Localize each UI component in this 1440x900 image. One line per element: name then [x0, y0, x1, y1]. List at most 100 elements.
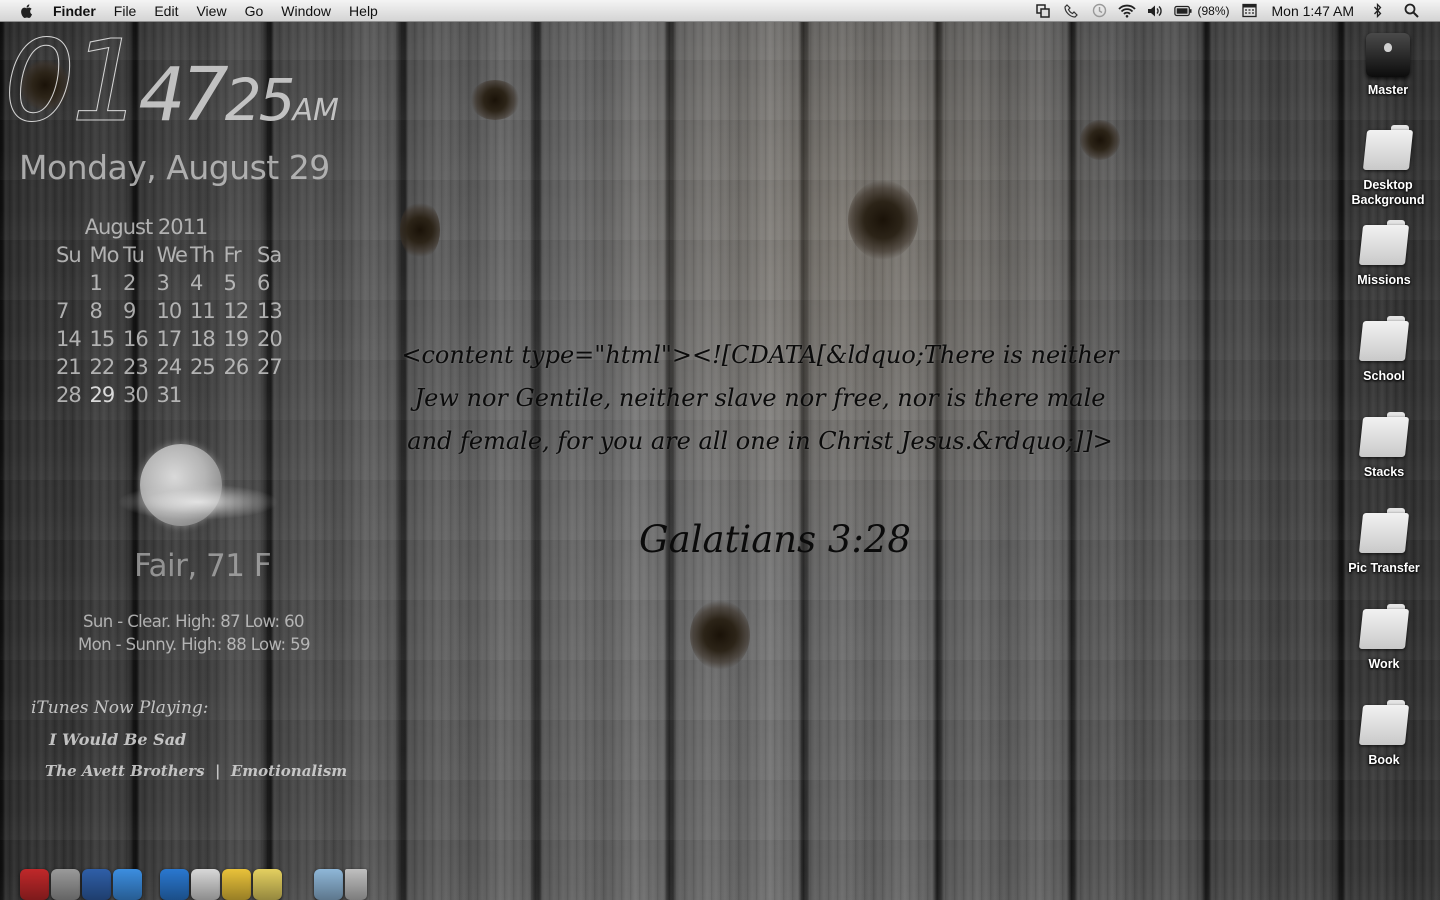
volume-icon[interactable]	[1146, 3, 1164, 19]
desktop-icon-pic-transfer[interactable]: Pic Transfer	[1336, 508, 1432, 576]
network-globe-icon[interactable]	[82, 869, 111, 900]
wood-knot	[1080, 120, 1120, 160]
date-label: Monday, August 29	[19, 148, 330, 187]
calendar-day: 19	[223, 327, 250, 351]
folder-icon	[1358, 508, 1410, 555]
calendar-day: 3	[156, 271, 170, 295]
preview-icon[interactable]	[191, 869, 220, 900]
folder-icon	[1358, 700, 1410, 747]
wood-knot	[848, 180, 918, 260]
desktop-icon-label: Missions	[1357, 273, 1411, 287]
calendar-day: 16	[123, 327, 149, 351]
calendar-day: 23	[123, 355, 149, 379]
calendar-week-row: 28 29 30 31	[56, 381, 296, 409]
clock-ampm: AM	[292, 93, 339, 128]
folder-icon	[1358, 220, 1410, 267]
calendar-day: 15	[89, 327, 116, 351]
calendar-day: 7	[56, 299, 69, 323]
calendar-day: 30	[123, 383, 149, 407]
desktop-icon-label: Work	[1368, 657, 1400, 671]
menu-bar: Finder File Edit View Go Window Help (98…	[0, 0, 1440, 22]
desktop-icon-master[interactable]: Master	[1340, 33, 1436, 98]
calendar-day: 13	[257, 299, 283, 323]
folder-icon	[1362, 125, 1414, 172]
calendar-days: 1 2 3 4 5 6 7 8 9 10 11 12 13 14 15 16 17 18 19 20 21 22 23 24 2…	[56, 269, 296, 409]
calendar-day: 9	[123, 299, 136, 323]
clock-minute: 47	[138, 52, 229, 138]
desktop-icon-school[interactable]: School	[1336, 316, 1432, 384]
wood-knot	[470, 80, 520, 120]
spaces-icon[interactable]	[1034, 3, 1052, 19]
calendar-weekday: Tu	[123, 243, 145, 267]
calendar-day: 14	[56, 327, 82, 351]
hard-drive-icon	[1366, 33, 1410, 77]
documents-stack-icon[interactable]	[314, 869, 343, 900]
calendar-menu-icon[interactable]	[1241, 3, 1259, 19]
menu-view[interactable]: View	[187, 0, 235, 22]
trash-icon[interactable]	[345, 869, 367, 900]
battery-percent: (98%)	[1197, 3, 1230, 18]
app-store-icon[interactable]	[160, 869, 189, 900]
calendar-week-row: 14 15 16 17 18 19 20	[56, 325, 296, 353]
calendar-day: 2	[123, 271, 136, 295]
menu-clock[interactable]: Mon 1:47 AM	[1272, 3, 1355, 19]
calendar-day: 4	[190, 271, 203, 295]
desktop-icon-work[interactable]: Work	[1336, 604, 1432, 672]
itunes-now-playing-label: iTunes Now Playing:	[31, 698, 209, 718]
clock-second: 25	[224, 66, 296, 134]
calendar-day: 21	[56, 355, 82, 379]
calendar-day: 5	[223, 271, 237, 295]
calendar-day	[224, 381, 258, 409]
folder-icon	[1358, 604, 1410, 651]
spotlight-search-icon[interactable]	[1402, 3, 1420, 19]
calendar-day: 24	[156, 355, 183, 379]
menu-window[interactable]: Window	[272, 0, 340, 22]
calendar-day	[56, 269, 90, 297]
calendar-day: 10	[156, 299, 183, 323]
clock-widget: 014725AM	[4, 22, 339, 143]
calendar-day	[190, 381, 224, 409]
folder-icon	[1358, 412, 1410, 459]
calendar-week-row: 21 22 23 24 25 26 27	[56, 353, 296, 381]
weather-current: Fair, 71 F	[134, 548, 272, 584]
calendar-weekday: Th	[190, 243, 215, 267]
photo-booth-icon[interactable]	[20, 869, 49, 900]
menu-help[interactable]: Help	[340, 0, 387, 22]
calendar-day: 27	[257, 355, 283, 379]
menu-edit[interactable]: Edit	[145, 0, 187, 22]
calendar-month-title: August 2011	[84, 215, 209, 239]
calendar-day: 6	[257, 271, 270, 295]
calendar-day: 12	[223, 299, 250, 323]
wifi-icon[interactable]	[1118, 3, 1137, 19]
pages-icon[interactable]	[253, 869, 282, 900]
calendar-weekday: Mo	[89, 243, 120, 267]
forecast-day-1: Sun - Clear. High: 87 Low: 60	[83, 612, 305, 631]
folder-icon	[1358, 316, 1410, 363]
desktop-icon-label: Master	[1367, 83, 1409, 97]
itunes-icon[interactable]	[113, 869, 142, 900]
dock	[20, 858, 369, 900]
desktop-icon-stacks[interactable]: Stacks	[1336, 412, 1432, 480]
mail-icon[interactable]	[222, 869, 251, 900]
bluetooth-icon[interactable]	[1369, 3, 1387, 19]
phone-icon[interactable]	[1062, 3, 1080, 19]
time-machine-icon[interactable]	[1090, 3, 1108, 19]
calendar-day: 26	[223, 355, 250, 379]
desktop-icon-label: Desktop Background	[1351, 178, 1425, 207]
menu-extras: (98%) Mon 1:47 AM	[1029, 0, 1440, 22]
disk-utility-icon[interactable]	[51, 869, 80, 900]
calendar-day: 28	[56, 383, 82, 407]
calendar-weekday: We	[156, 243, 188, 267]
calendar-week-row: 123456	[56, 269, 296, 297]
desktop-icon-book[interactable]: Book	[1336, 700, 1432, 768]
desktop-icon-missions[interactable]: Missions	[1336, 220, 1432, 288]
menu-go[interactable]: Go	[236, 0, 273, 22]
wood-knot	[690, 600, 750, 670]
weather-forecast: Sun - Clear. High: 87 Low: 60 Mon - Sunn…	[78, 610, 311, 656]
calendar-day: 1	[89, 271, 103, 295]
calendar-day: 25	[190, 355, 216, 379]
desktop-icon-desktop-background[interactable]: Desktop Background	[1340, 125, 1436, 208]
forecast-day-2: Mon - Sunny. High: 88 Low: 59	[78, 635, 311, 654]
wood-knot	[400, 200, 440, 260]
battery-icon[interactable]	[1174, 3, 1193, 19]
